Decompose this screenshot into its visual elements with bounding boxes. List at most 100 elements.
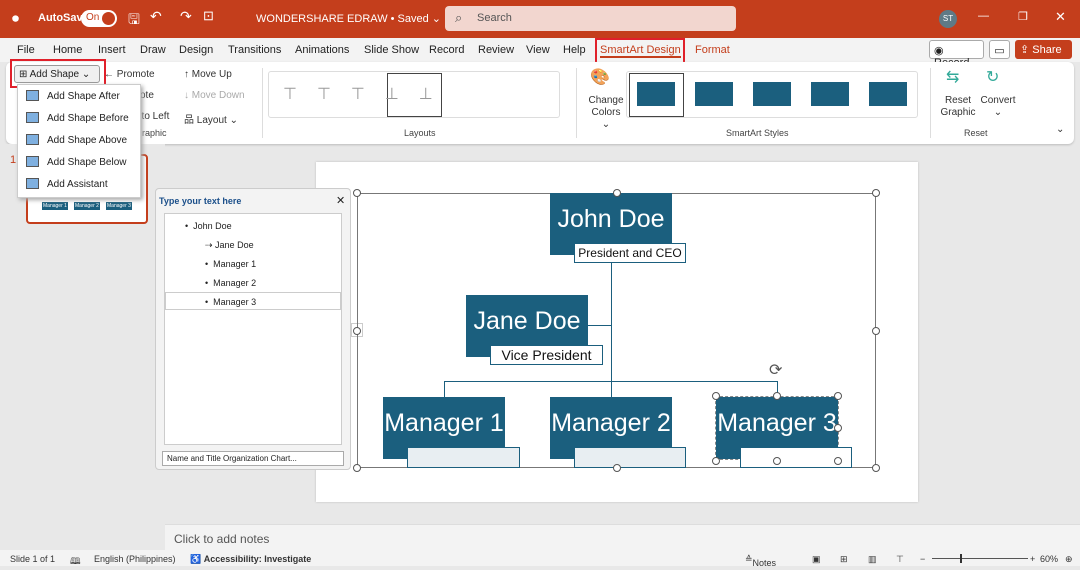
layout-button[interactable]: 品 Layout ⌄ [184,111,238,126]
divider [262,68,263,138]
resize-handle[interactable] [872,327,880,335]
list-item[interactable]: • Manager 3 [205,297,256,307]
node-ceo-title[interactable]: President and CEO [574,243,686,263]
list-item[interactable]: • Manager 2 [205,278,256,288]
menu-item-add-shape-above[interactable]: Add Shape Above [18,129,140,151]
node-manager-2-title[interactable] [574,447,686,468]
resize-handle[interactable] [712,392,720,400]
zoom-out-button[interactable]: − [920,554,925,564]
resize-handle[interactable] [353,189,361,197]
promote-button[interactable]: ← Promote [104,69,155,80]
layout-name-link[interactable]: Name and Title Organization Chart... [162,451,344,466]
resize-handle[interactable] [712,457,720,465]
change-colors-button[interactable]: Change Colors ⌄ [586,95,626,131]
right-to-left-button[interactable]: t to Left [136,111,169,122]
resize-handle[interactable] [613,464,621,472]
resize-handle[interactable] [834,457,842,465]
autosave-toggle[interactable]: On [81,10,117,27]
shape-after-icon [26,90,39,101]
node-vp-title[interactable]: Vice President [490,345,603,365]
menu-bar: File Home Insert Draw Design Transitions… [0,38,1080,69]
save-icon[interactable]: 🖫 [128,9,140,33]
document-title[interactable]: WONDERSHARE EDRAW • Saved ⌄ [256,12,441,25]
accessibility-button[interactable]: ♿ Accessibility: Investigate [190,554,311,565]
group-label-smartart-styles: SmartArt Styles [726,128,789,138]
zoom-slider-thumb[interactable] [960,554,962,563]
close-icon[interactable]: ✕ [336,194,345,207]
tab-animations[interactable]: Animations [295,44,349,56]
move-down-button[interactable]: ↓ Move Down [184,90,245,101]
tab-slide-show[interactable]: Slide Show [364,44,419,56]
present-icon[interactable]: ⊡ [203,8,214,24]
minimize-icon[interactable]: — [978,10,989,22]
convert-button[interactable]: Convert ⌄ [980,95,1016,119]
move-up-button[interactable]: ↑ Move Up [184,69,232,80]
menu-item-add-shape-below[interactable]: Add Shape Below [18,151,140,173]
thumb-label: Manager 1 [42,202,68,210]
notes-input[interactable]: Click to add notes [165,524,1080,550]
tab-view[interactable]: View [526,44,550,56]
menu-item-add-shape-after[interactable]: Add Shape After [18,85,140,107]
comments-icon[interactable]: ▭ [989,40,1010,59]
resize-handle[interactable] [773,457,781,465]
title-bar: ⏺ AutoSave On 🖫 ↶ ↷ ⊡ WONDERSHARE EDRAW … [0,0,1080,38]
undo-icon[interactable]: ↶ [150,8,162,25]
divider [930,68,931,138]
reset-graphic-button[interactable]: Reset Graphic [938,95,978,119]
zoom-level[interactable]: 60% [1040,554,1058,564]
demote-button[interactable]: ote [140,90,154,101]
menu-item-add-assistant[interactable]: Add Assistant [18,173,140,195]
tab-record[interactable]: Record [429,44,464,56]
share-button[interactable]: ⇪ Share ⌄ [1015,40,1072,69]
slide-sorter-icon[interactable]: ⊞ [840,554,848,565]
text-pane-list[interactable]: • John Doe ⇢ Jane Doe • Manager 1 • Mana… [164,213,342,445]
layouts-gallery[interactable]: ⊤⊤⊤⊥⊥ [268,71,560,118]
resize-handle[interactable] [872,189,880,197]
resize-handle[interactable] [834,424,842,432]
tab-file[interactable]: File [17,44,35,56]
tab-help[interactable]: Help [563,44,586,56]
language-button[interactable]: English (Philippines) [94,554,176,564]
zoom-in-button[interactable]: + [1030,554,1035,564]
tab-home[interactable]: Home [53,44,82,56]
resize-handle[interactable] [872,464,880,472]
collapse-ribbon-icon[interactable]: ⌄ [1056,124,1064,135]
node-manager-1-title[interactable] [407,447,520,468]
record-button[interactable]: ◉ Record [929,40,984,69]
notes-button[interactable]: ≙ Notes [745,554,776,568]
resize-handle[interactable] [773,392,781,400]
restore-icon[interactable]: ❐ [1018,10,1028,23]
menu-item-add-shape-before[interactable]: Add Shape Before [18,107,140,129]
thumb-label: Manager 2 [74,202,100,210]
resize-handle[interactable] [613,189,621,197]
close-icon[interactable]: ✕ [1055,9,1066,25]
tab-insert[interactable]: Insert [98,44,126,56]
slideshow-icon[interactable]: ⊤ [896,554,904,565]
resize-handle[interactable] [353,464,361,472]
normal-view-icon[interactable]: ▣ [812,554,821,565]
zoom-slider[interactable] [932,554,1028,563]
tab-format[interactable]: Format [695,44,730,56]
list-item[interactable]: ⇢ Jane Doe [205,240,254,251]
resize-handle[interactable] [353,327,361,335]
tab-design[interactable]: Design [179,44,213,56]
list-item[interactable]: • Manager 1 [205,259,256,269]
layout-thumbnails[interactable]: ⊤⊤⊤⊥⊥ [283,84,453,104]
tab-review[interactable]: Review [478,44,514,56]
smartart-styles-gallery[interactable] [626,71,918,118]
reading-view-icon[interactable]: ▥ [868,554,877,565]
resize-handle[interactable] [834,392,842,400]
avatar[interactable]: ST [939,10,957,28]
spellcheck-icon[interactable]: 🕮 [70,554,81,570]
list-item[interactable]: • John Doe [185,221,232,231]
style-thumbnails[interactable] [637,82,912,106]
palette-icon: 🎨 [590,69,610,86]
search-input[interactable]: ⌕ Search [445,6,736,31]
rotate-handle-icon[interactable]: ⟳ [769,360,782,380]
ribbon: ⊞ Add Shape ⌄ ← Promote ote t to Left ↑ … [6,59,1074,144]
redo-icon[interactable]: ↷ [180,8,192,25]
tab-transitions[interactable]: Transitions [228,44,281,56]
text-pane-title: Type your text here [159,196,242,206]
tab-draw[interactable]: Draw [140,44,166,56]
fit-slide-icon[interactable]: ⊕ [1065,554,1073,565]
